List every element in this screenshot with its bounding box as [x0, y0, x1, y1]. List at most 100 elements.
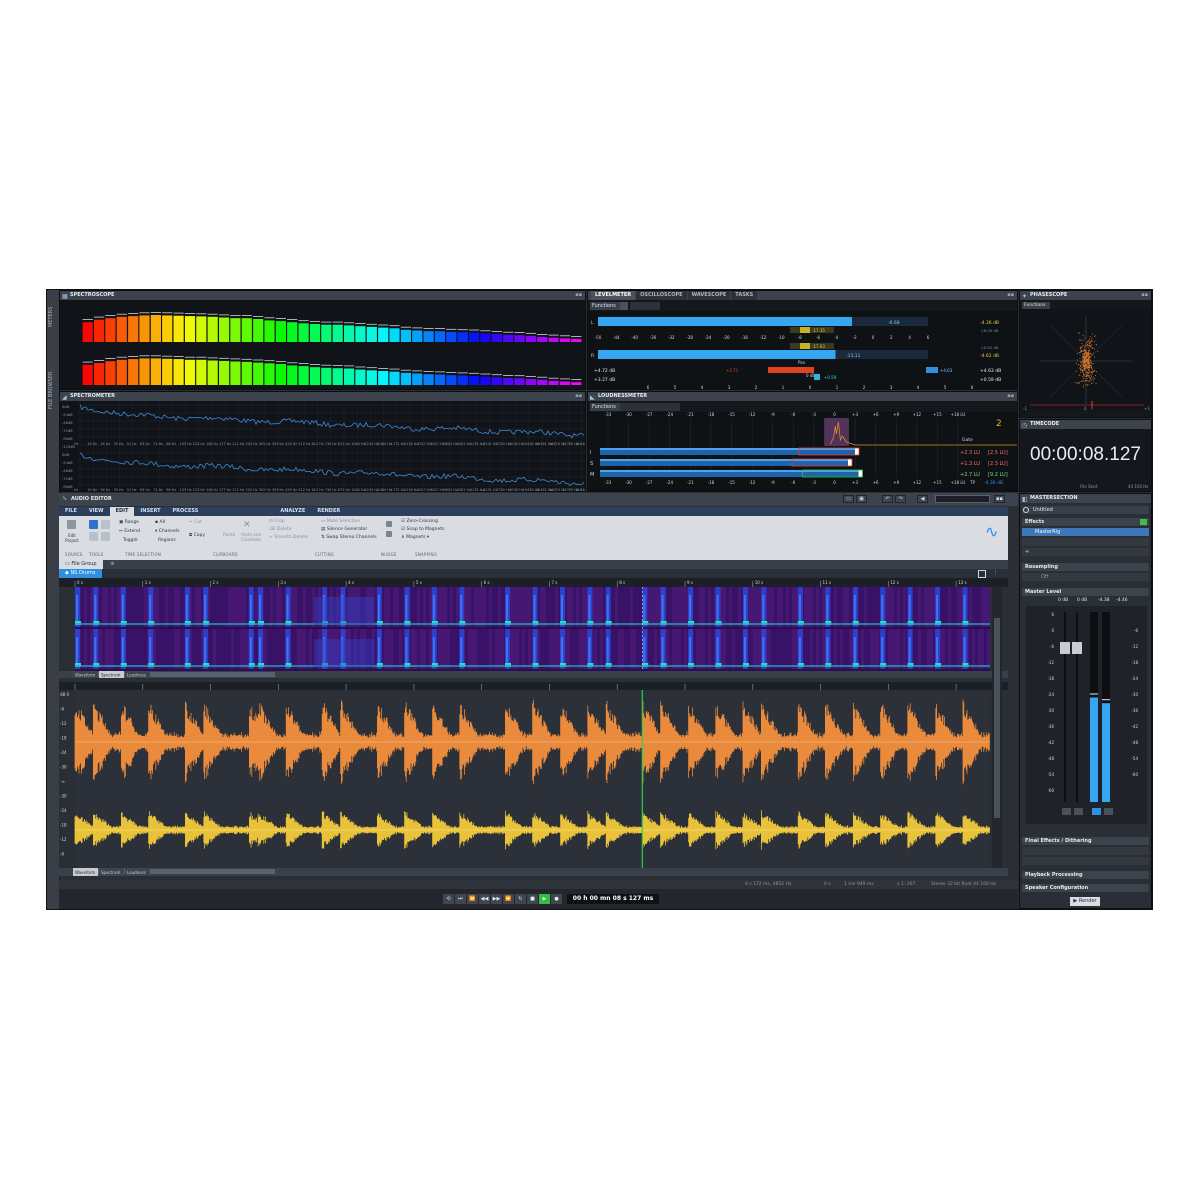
side-tab-file-browser[interactable]: FILE BROWSER — [48, 370, 58, 410]
zoom-tool-icon[interactable] — [101, 532, 110, 541]
extend-button[interactable]: ↔ Extend — [119, 529, 140, 534]
tab-view[interactable]: VIEW — [83, 507, 110, 516]
tab-file[interactable]: FILE — [59, 507, 83, 516]
rewind-icon[interactable]: ◀◀ — [479, 894, 490, 904]
undo-icon[interactable]: ↶ — [882, 495, 893, 503]
level-scale-label: -8 — [798, 335, 802, 340]
silence-generator-button[interactable]: ▤ Silence Generator — [321, 527, 367, 532]
paste-button[interactable]: Paste — [223, 533, 235, 538]
lower-view-tab-label: Waveform — [75, 870, 95, 875]
spectrogram-column — [618, 629, 621, 669]
spectrogram-column — [105, 629, 108, 669]
selection-tool-icon[interactable] — [89, 520, 98, 529]
levelmeter-functions-menu[interactable]: Functions — [590, 302, 620, 310]
edit-project-icon[interactable] — [67, 520, 76, 529]
tab-levelmeter[interactable]: LEVELMETER — [591, 291, 636, 300]
mute-selection-button[interactable]: ▭ Mute Selection — [321, 519, 360, 524]
panel-restore-icon[interactable]: ▭ — [843, 495, 854, 503]
go-start-icon[interactable]: ⏮ — [455, 894, 466, 904]
final-effects-slot[interactable] — [1022, 847, 1149, 855]
record-icon[interactable]: ● — [551, 894, 562, 904]
back-icon[interactable]: ◀ — [917, 495, 928, 503]
spectrometer-freq-label: 6131 Hz — [483, 442, 497, 446]
panel-menu-icon[interactable]: ▪▪ — [575, 392, 582, 401]
swap-stereo-button[interactable]: ⇅ Swap Stereo Channels — [321, 535, 377, 540]
next-marker-icon[interactable]: ⏩ — [503, 894, 514, 904]
cut-button[interactable]: ✂ Cut — [189, 520, 202, 525]
zero-crossing-checkbox[interactable]: ☑ Zero-Crossing — [401, 519, 438, 524]
toggle-button[interactable]: Toggle — [123, 538, 137, 543]
redo-icon[interactable]: ↷ — [895, 495, 906, 503]
copy-button[interactable]: ⧉ Copy — [189, 532, 205, 538]
group-tools: TOOLS — [89, 552, 104, 557]
check-icon[interactable] — [620, 302, 628, 310]
magnets-dropdown[interactable]: ⋔ Magnets ▾ — [401, 535, 429, 540]
master-faders-meters[interactable]: 60-6-12-18-24-30-36-42-48-54-60-6-12-18-… — [1020, 606, 1152, 826]
paste-crossfade-button[interactable]: Paste and Crossfade — [239, 532, 263, 542]
spectrometer-freq-label: 429 Hz — [285, 442, 297, 446]
panel-menu-icon[interactable]: ▪▪ — [1007, 291, 1014, 300]
edit-project-button[interactable]: Edit Project — [63, 533, 81, 543]
speaker-configuration-header[interactable]: Speaker Configuration — [1022, 884, 1149, 892]
phasescope-functions-tab[interactable]: Functions — [1022, 302, 1050, 309]
tab-render[interactable]: RENDER — [311, 507, 346, 516]
pencil-tool-icon[interactable] — [101, 520, 110, 529]
nudge-left-icon[interactable] — [386, 521, 392, 527]
spectrogram-column — [846, 587, 849, 627]
side-tab-meters[interactable]: METERS — [48, 302, 58, 332]
delete-button[interactable]: ⌫ Delete — [269, 527, 292, 532]
file-tab-ns-drums[interactable]: ◆ NS Drums — [59, 569, 102, 578]
stop-icon[interactable]: ■ — [527, 894, 538, 904]
panel-menu-icon[interactable]: ▪▪ — [1007, 392, 1014, 401]
plugin-slot-empty[interactable] — [1022, 538, 1149, 546]
file-group-tab[interactable]: ▭ File Group — [59, 560, 103, 569]
tab-tasks[interactable]: TASKS — [731, 291, 758, 300]
forward-icon[interactable]: ▶▶ — [491, 894, 502, 904]
audio-editor-canvas[interactable]: 0 s 1 s 2 s 3 s 4 s 5 s 6 s 7 s 8 s 9 s 10 s 11 s 12… — [59, 578, 1008, 878]
preset-selector[interactable]: Untitled — [1022, 506, 1149, 514]
panel-menu-icon[interactable]: ▪▪ — [1141, 291, 1148, 300]
panel-menu-icon[interactable]: ▪▪ — [575, 291, 582, 300]
cycle-icon[interactable]: ↻ — [515, 894, 526, 904]
tab-oscilloscope[interactable]: OSCILLOSCOPE — [636, 291, 687, 300]
more-icon[interactable]: ⋮ — [993, 569, 998, 578]
crop-button[interactable]: ⊡ Crop — [269, 519, 285, 524]
effects-power-icon[interactable] — [1140, 519, 1147, 525]
all-button[interactable]: ▪ All — [155, 520, 165, 525]
loudness-functions-menu[interactable]: Functions — [590, 403, 620, 411]
draw-tool-icon[interactable] — [89, 532, 98, 541]
playback-processing-header[interactable]: Playback Processing — [1022, 871, 1149, 879]
tab-wavescope[interactable]: WAVESCOPE — [687, 291, 731, 300]
tab-analyze[interactable]: ANALYZE — [274, 507, 311, 516]
power-icon[interactable] — [1023, 507, 1029, 513]
add-group-icon[interactable]: ⊕ — [110, 561, 114, 567]
snap-to-magnets-checkbox[interactable]: ☑ Snap to Magnets — [401, 527, 444, 532]
maximize-icon[interactable] — [978, 570, 986, 578]
final-effects-slot-2[interactable] — [1022, 857, 1149, 865]
spectrogram-column — [984, 587, 987, 627]
tab-insert[interactable]: INSERT — [134, 507, 166, 516]
workspace-dropdown[interactable] — [935, 495, 990, 503]
range-button[interactable]: ▣ Range — [119, 520, 139, 525]
resampling-selector[interactable]: Off — [1022, 573, 1149, 581]
play-icon[interactable]: ▶ — [539, 894, 550, 904]
regions-button[interactable]: Regions — [158, 538, 176, 543]
prev-marker-icon[interactable]: ⏪ — [467, 894, 478, 904]
tab-edit[interactable]: EDIT — [109, 507, 135, 516]
paste-crossfade-icon[interactable]: ✕ — [243, 520, 251, 530]
loop-icon[interactable]: ⟲ — [443, 894, 454, 904]
plugin-slot-masterrig[interactable]: MasterRig — [1022, 528, 1149, 536]
final-effects-header[interactable]: Final Effects / Dithering — [1022, 837, 1149, 845]
tab-process[interactable]: PROCESS — [167, 507, 205, 516]
render-button[interactable]: ▶ Render — [1070, 897, 1100, 906]
panel-layout-icon[interactable]: ▣ — [856, 495, 867, 503]
spectrometer-freq-label: 35 Hz — [114, 488, 124, 492]
channels-button[interactable]: ▾ Channels — [155, 529, 180, 534]
nudge-right-icon[interactable] — [386, 531, 392, 537]
smooth-delete-button[interactable]: ≈ Smooth Delete — [269, 535, 308, 540]
phasescope-dot — [1085, 362, 1086, 364]
panel-menu-icon[interactable]: ▪▪ — [994, 495, 1005, 503]
loudness-toolbar[interactable] — [620, 403, 680, 411]
toolbar-icons[interactable] — [630, 302, 660, 310]
add-plugin-button[interactable]: + — [1022, 548, 1149, 556]
